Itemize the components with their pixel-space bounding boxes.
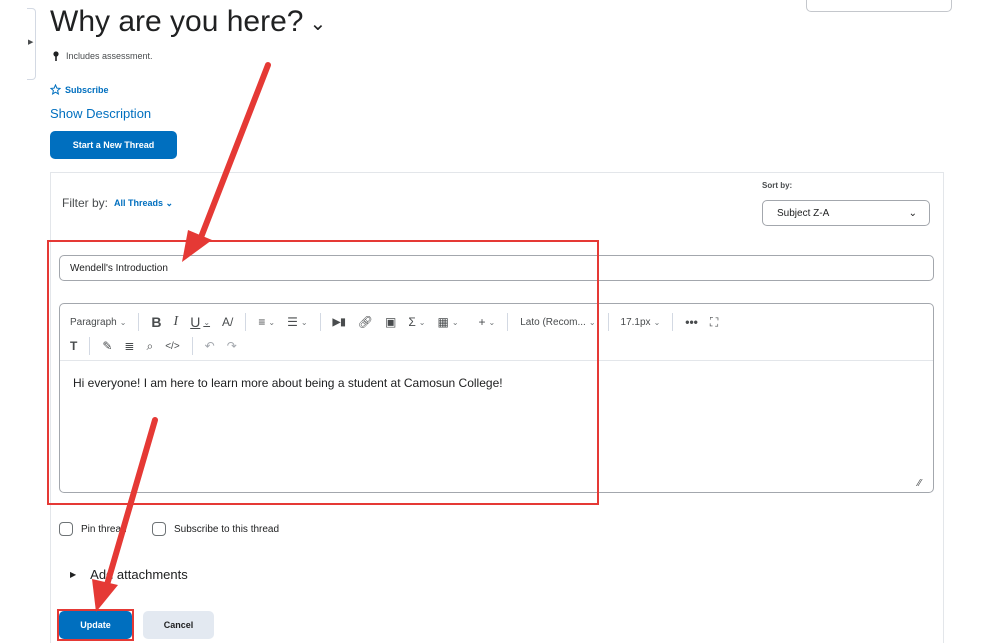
- annotation-arrowhead-2: [92, 579, 118, 612]
- annotation-arrows: [92, 62, 271, 612]
- annotation-arrowhead-1: [182, 230, 212, 262]
- annotation-arrow-1: [195, 62, 271, 248]
- annotation-arrow-2: [101, 417, 158, 598]
